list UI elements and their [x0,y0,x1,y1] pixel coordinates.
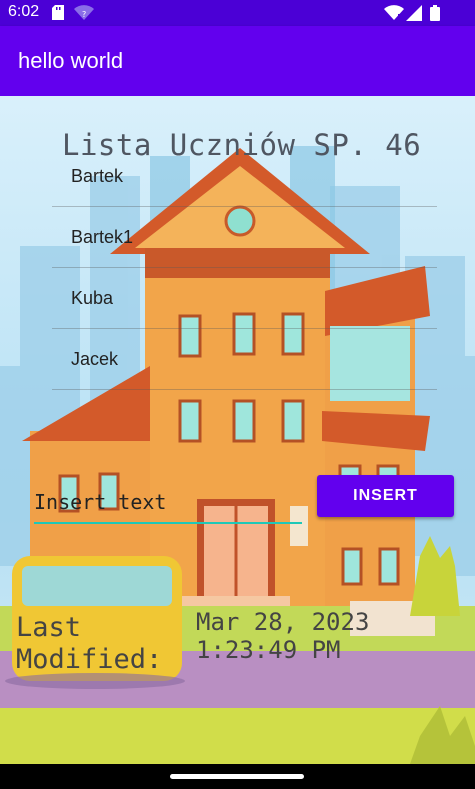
wifi-icon: ? [74,5,94,20]
insert-text-input[interactable] [34,482,302,524]
main-content: Lista Uczniów SP. 46 Bartek Bartek1 Kuba… [0,96,475,764]
last-modified-value: Mar 28, 2023 1:23:49 PM [196,608,370,664]
list-item-label: Kuba [71,288,114,308]
app-bar: hello world [0,26,475,96]
sd-card-icon [52,5,64,20]
wifi-signal-icon [384,5,404,20]
navigation-bar [0,764,475,789]
list-item[interactable]: Bartek [52,146,437,207]
list-item[interactable]: Kuba [52,268,437,329]
battery-icon [430,5,440,21]
list-item[interactable]: Jacek [52,329,437,390]
student-list: Bartek Bartek1 Kuba Jacek [52,146,437,390]
home-gesture-handle[interactable] [170,774,304,779]
status-bar: 6:02 ? [0,0,475,26]
insert-button[interactable]: INSERT [317,475,454,517]
list-item-label: Jacek [71,349,119,369]
last-modified-label: Last Modified: [16,612,163,675]
list-item[interactable]: Bartek1 [52,207,437,268]
list-item-label: Bartek [71,166,124,186]
app-title: hello world [18,48,124,73]
svg-text:?: ? [82,10,86,19]
list-item-label: Bartek1 [71,227,134,247]
status-time: 6:02 [8,3,40,20]
cell-signal-icon [406,5,422,21]
